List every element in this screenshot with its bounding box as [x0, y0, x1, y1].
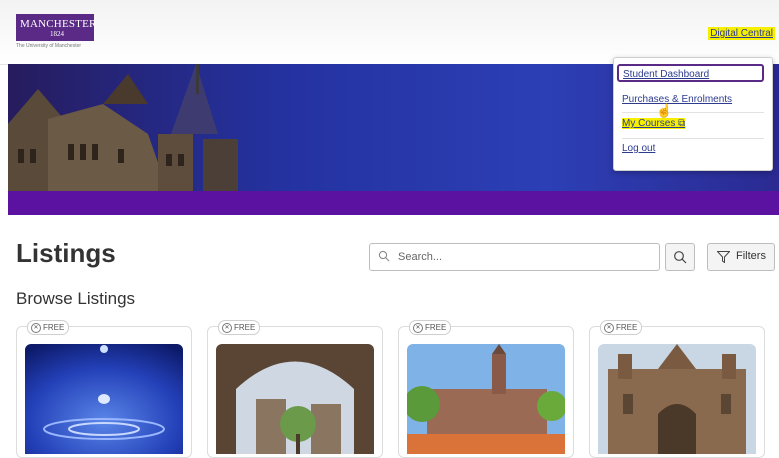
- listing-card[interactable]: ✕ FREE: [207, 320, 383, 458]
- account-dropdown-menu: Student Dashboard Purchases & Enrolments…: [613, 57, 773, 171]
- badge-label: FREE: [43, 323, 65, 332]
- filters-label: Filters: [736, 250, 766, 262]
- free-badge: ✕ FREE: [409, 320, 452, 335]
- listing-thumbnail-water-drop[interactable]: [25, 344, 183, 454]
- hero-purple-band: [8, 191, 779, 215]
- search-icon: [674, 251, 687, 264]
- hand-pointer-cursor-icon: ☝: [656, 103, 673, 118]
- gothic-building-image: [598, 344, 756, 454]
- listing-card[interactable]: ✕ FREE: [398, 320, 574, 458]
- circle-x-icon: ✕: [222, 322, 232, 333]
- menu-item-purchases-enrolments[interactable]: Purchases & Enrolments: [622, 94, 732, 105]
- filters-button[interactable]: Filters: [707, 243, 775, 271]
- logo-text: MANCHESTER: [20, 18, 97, 30]
- search-box: [369, 243, 660, 271]
- menu-item-label: My Courses: [622, 118, 676, 129]
- digital-central-account-link[interactable]: Digital Central: [708, 27, 775, 40]
- listing-card[interactable]: ✕ FREE: [16, 320, 192, 458]
- free-badge: ✕ FREE: [600, 320, 643, 335]
- menu-divider: [622, 112, 764, 113]
- archway-building-image: [216, 344, 374, 454]
- search-button[interactable]: [665, 243, 695, 271]
- listing-thumbnail-gothic-building[interactable]: [598, 344, 756, 454]
- menu-item-my-courses[interactable]: My Courses ⧉: [622, 118, 686, 129]
- page-title: Listings: [16, 238, 116, 268]
- university-logo[interactable]: MANCHESTER 1824: [16, 14, 97, 41]
- menu-divider: [622, 138, 764, 139]
- circle-x-icon: ✕: [413, 322, 423, 333]
- listing-thumbnail-campus[interactable]: [407, 344, 565, 454]
- logo-year: 1824: [50, 30, 64, 38]
- badge-label: FREE: [616, 323, 638, 332]
- badge-label: FREE: [234, 323, 256, 332]
- search-icon: [378, 250, 390, 262]
- listing-thumbnail-archway[interactable]: [216, 344, 374, 454]
- filter-funnel-icon: [717, 251, 730, 263]
- circle-x-icon: ✕: [604, 322, 614, 333]
- water-drop-image: [25, 344, 183, 454]
- search-input[interactable]: [396, 248, 650, 266]
- free-badge: ✕ FREE: [218, 320, 261, 335]
- logo-subtitle: The University of Manchester: [16, 43, 82, 49]
- listing-card[interactable]: ✕ FREE: [589, 320, 765, 458]
- circle-x-icon: ✕: [31, 322, 41, 333]
- free-badge: ✕ FREE: [27, 320, 70, 335]
- external-link-icon: ⧉: [678, 118, 686, 129]
- badge-label: FREE: [425, 323, 447, 332]
- browse-listings-heading: Browse Listings: [16, 289, 136, 308]
- top-bar: MANCHESTER 1824 The University of Manche…: [0, 0, 779, 65]
- menu-item-student-dashboard[interactable]: Student Dashboard: [617, 64, 764, 82]
- menu-item-log-out[interactable]: Log out: [622, 143, 655, 154]
- campus-tower-image: [407, 344, 565, 454]
